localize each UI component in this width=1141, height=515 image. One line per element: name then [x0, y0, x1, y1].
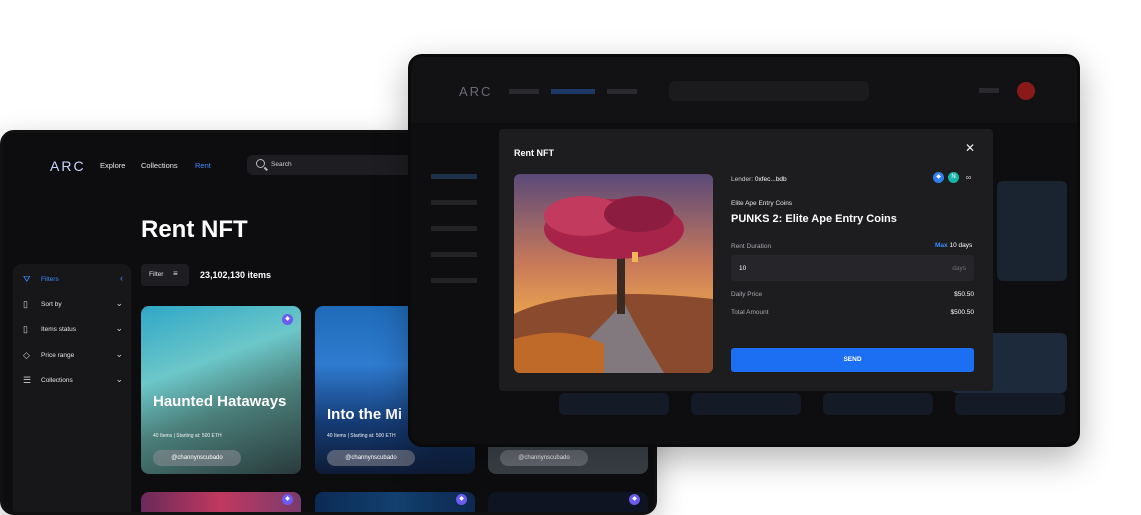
collection-card[interactable]: ◆	[488, 492, 648, 512]
eth-icon: ◆	[629, 494, 640, 505]
dimmed-nav-link	[509, 89, 539, 94]
dimmed-row	[431, 226, 477, 231]
max-value: 10 days	[949, 242, 973, 249]
dimmed-tile	[955, 393, 1065, 415]
page-title: Rent NFT	[141, 216, 248, 243]
eth-icon: ◆	[282, 494, 293, 505]
dimmed-nav: ARC	[411, 57, 1077, 123]
dimmed-tile	[691, 393, 801, 415]
chevron-down-icon: ⌄	[115, 349, 123, 359]
search-input[interactable]: Search	[247, 155, 427, 175]
social-icons: ◆ N ∞	[933, 172, 983, 186]
chevron-down-icon: ⌄	[115, 323, 123, 333]
dimmed-row	[431, 200, 477, 205]
stage: ARC Explore Collections Rent Search Rent…	[0, 0, 1141, 515]
tag-icon: ◇	[23, 350, 30, 360]
dimmed-tile	[559, 393, 669, 415]
total-amount-value: $500.50	[950, 309, 975, 316]
creator-pill[interactable]: @channynscubado	[500, 450, 588, 466]
daily-price-label: Daily Price	[731, 291, 763, 298]
eth-icon: ◆	[282, 314, 293, 325]
sidebar-item-items-status[interactable]: ▯ Items status ⌄	[23, 324, 123, 338]
filter-lines-icon: ≡	[173, 269, 178, 278]
dimmed-sidebar	[423, 162, 495, 302]
lender-info: Lender: 0xfec...bdb	[731, 176, 787, 183]
chevron-down-icon: ⌄	[115, 374, 123, 384]
sidebar-item-label: Collections	[41, 377, 73, 384]
card-meta: 40 Items | Starting at: 500 ETH	[153, 433, 222, 439]
item-title: PUNKS 2: Elite Ape Entry Coins	[731, 213, 897, 225]
filter-label: Filter	[149, 271, 164, 278]
total-amount-label: Total Amount	[731, 309, 769, 316]
tree-artwork-image	[514, 174, 713, 373]
card-meta: 40 Items | Starting at: 500 ETH	[327, 433, 396, 439]
bag-icon: ▯	[23, 324, 28, 334]
filter-icon: ⛛	[23, 274, 31, 284]
card-title: Into the Mi	[327, 406, 402, 423]
collection-card[interactable]: ◆	[315, 492, 475, 512]
lender-address[interactable]: 0xfec...bdb	[755, 176, 787, 183]
dimmed-nav-link	[551, 89, 595, 94]
sidebar-item-label: Price range	[41, 352, 75, 359]
sidebar-item-price-range[interactable]: ◇ Price range ⌄	[23, 350, 123, 364]
items-count: 23,102,130 items	[200, 270, 272, 280]
sidebar-item-label: Sort by	[41, 301, 62, 308]
dimmed-row	[431, 252, 477, 257]
collection-card[interactable]: ◆	[141, 492, 301, 512]
card-title: Haunted Hataways	[153, 393, 287, 410]
nav-rent[interactable]: Rent	[195, 161, 211, 170]
filter-button[interactable]: Filter ≡	[141, 264, 189, 286]
nav-collections[interactable]: Collections	[141, 161, 178, 170]
collection-name[interactable]: Elite Ape Entry Coins	[731, 200, 792, 207]
chevron-left-icon: ‹	[120, 273, 123, 283]
lender-label: Lender:	[731, 176, 754, 183]
nav-explore[interactable]: Explore	[100, 161, 125, 170]
dimmed-search	[669, 81, 869, 101]
dimmed-row	[431, 174, 477, 179]
sidebar-item-label: Filters	[41, 276, 59, 283]
sidebar-item-sort-by[interactable]: ▯ Sort by ⌄	[23, 299, 123, 313]
dimmed-nav-link	[979, 88, 999, 93]
avatar	[1017, 82, 1035, 100]
collection-card[interactable]: ◆ Haunted Hataways 40 Items | Starting a…	[141, 306, 301, 474]
rent-duration-label: Rent Duration	[731, 243, 772, 250]
search-placeholder: Search	[271, 161, 292, 168]
n-icon[interactable]: N	[948, 172, 959, 183]
sidebar-item-filters[interactable]: ⛛ Filters ‹	[23, 274, 123, 288]
dimmed-tile	[823, 393, 933, 415]
nft-artwork	[514, 174, 713, 373]
bag-icon: ▯	[23, 299, 28, 309]
arc-logo[interactable]: ARC	[50, 158, 86, 174]
creator-pill[interactable]: @channynscubado	[153, 450, 241, 466]
filter-sidebar: ⛛ Filters ‹ ▯ Sort by ⌄ ▯ Items status ⌄…	[13, 264, 131, 512]
sidebar-item-label: Items status	[41, 326, 77, 333]
close-icon[interactable]: ✕	[963, 141, 977, 155]
rent-duration-input[interactable]: 10 days	[731, 255, 974, 281]
modal-title: Rent NFT	[514, 148, 554, 158]
chevron-down-icon: ⌄	[115, 298, 123, 308]
rent-nft-modal: Rent NFT ✕ Lender: 0xfec...bdb ◆ N ∞ Eli…	[499, 129, 993, 391]
daily-price-value: $50.50	[954, 291, 974, 298]
rent-modal-window: ARC Rent NFT ✕ Lender: 0xfec...bdb ◆ N ∞…	[408, 54, 1080, 447]
arc-logo-dimmed: ARC	[459, 84, 493, 99]
dimmed-tile	[997, 181, 1067, 281]
dimmed-nav-link	[607, 89, 637, 94]
list-icon: ☰	[23, 375, 32, 385]
sidebar-item-collections[interactable]: ☰ Collections ⌄	[23, 375, 123, 389]
send-button[interactable]: SEND	[731, 348, 974, 372]
max-duration: Max 10 days	[935, 242, 972, 249]
eth-icon[interactable]: ◆	[933, 172, 944, 183]
duration-unit: days	[952, 265, 966, 272]
duration-value: 10	[739, 265, 747, 272]
dimmed-row	[431, 278, 477, 283]
max-label[interactable]: Max	[935, 242, 948, 249]
search-icon	[256, 159, 265, 168]
link-icon[interactable]: ∞	[963, 172, 974, 183]
creator-pill[interactable]: @channynscubado	[327, 450, 415, 466]
eth-icon: ◆	[456, 494, 467, 505]
